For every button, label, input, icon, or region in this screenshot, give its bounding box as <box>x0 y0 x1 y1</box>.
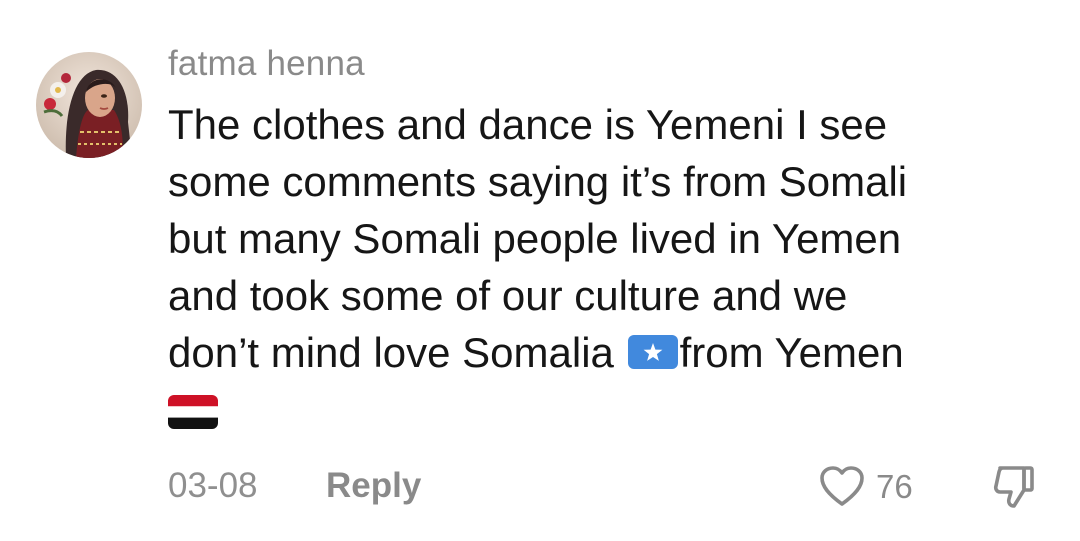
comment-text-line: and took some of our culture and we <box>168 272 848 319</box>
comment-text-line <box>168 381 1068 441</box>
thumbs-down-outline-icon[interactable] <box>990 462 1038 510</box>
comment-text-fragment: don’t mind love Somalia <box>168 329 626 376</box>
avatar[interactable] <box>36 52 142 158</box>
comment-item: fatma henna The clothes and dance is Yem… <box>0 0 1080 541</box>
reply-button[interactable]: Reply <box>326 466 421 506</box>
heart-outline-icon[interactable] <box>818 464 866 508</box>
comment-text-line: don’t mind love Somalia from Yemen <box>168 324 1068 381</box>
comment-text-line: some comments saying it’s from Somali <box>168 158 908 205</box>
comment-text-fragment: from Yemen <box>679 329 904 376</box>
comment-username[interactable]: fatma henna <box>168 44 365 84</box>
like-count: 76 <box>876 468 913 505</box>
comment-text-line: but many Somali people lived in Yemen <box>168 215 902 262</box>
yemen-flag-icon <box>168 395 218 429</box>
somalia-flag-icon <box>627 335 678 369</box>
comment-text: The clothes and dance is Yemeni I see so… <box>168 96 1068 441</box>
comment-text-line: The clothes and dance is Yemeni I see <box>168 101 888 148</box>
comment-date: 03-08 <box>168 466 258 505</box>
